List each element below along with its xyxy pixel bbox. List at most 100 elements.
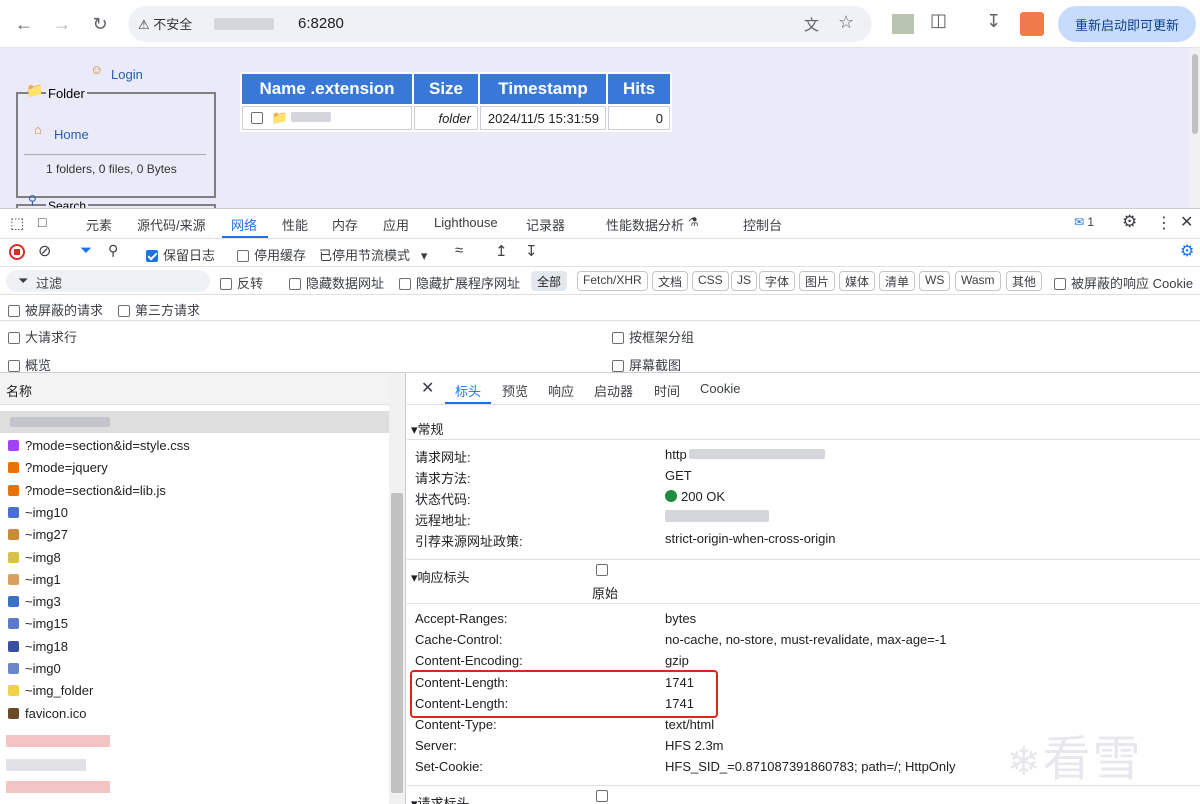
tab-cookies[interactable]: Cookie xyxy=(700,381,740,396)
extension-icon[interactable] xyxy=(892,14,914,34)
security-warning[interactable]: ⚠ 不安全 xyxy=(138,14,192,33)
tab-application[interactable]: 应用 xyxy=(383,215,409,234)
download-icon[interactable]: ↧ xyxy=(986,11,1001,32)
blocked-requests-checkbox[interactable]: 被屏蔽的请求 xyxy=(8,300,103,319)
device-toolbar-icon[interactable]: □ xyxy=(38,214,46,230)
filter-type-css[interactable]: CSS xyxy=(692,271,729,291)
close-devtools-icon[interactable]: ✕ xyxy=(1180,212,1193,232)
request-row[interactable]: favicon.ico xyxy=(0,703,388,725)
request-row[interactable]: ~img10 xyxy=(0,502,388,524)
home-link[interactable]: Home xyxy=(54,127,89,142)
filter-input[interactable]: ⏷ 过滤 xyxy=(6,270,210,292)
redacted-request[interactable] xyxy=(6,735,110,747)
response-headers-toggle[interactable]: ▾响应标头 xyxy=(411,567,470,586)
filter-type-font[interactable]: 字体 xyxy=(759,271,796,291)
request-headers-toggle[interactable]: ▾请求标头 xyxy=(411,793,470,804)
filter-type-all[interactable]: 全部 xyxy=(531,271,568,291)
redacted-folder-name[interactable] xyxy=(291,112,332,122)
reload-icon[interactable]: ↻ xyxy=(86,10,114,38)
tab-console[interactable]: 控制台 xyxy=(743,215,782,234)
selected-request-row[interactable] xyxy=(0,411,389,433)
back-arrow-icon[interactable]: ← xyxy=(10,10,38,38)
tab-lighthouse[interactable]: Lighthouse xyxy=(434,215,498,230)
col-hits[interactable]: Hits xyxy=(608,74,670,104)
extensions-puzzle-icon[interactable]: ◫ xyxy=(930,10,947,31)
tab-memory[interactable]: 内存 xyxy=(332,215,358,234)
tab-sources[interactable]: 源代码/来源 xyxy=(137,215,206,234)
col-timestamp[interactable]: Timestamp xyxy=(480,74,606,104)
tab-timing[interactable]: 时间 xyxy=(654,381,680,400)
throttle-select[interactable]: 已停用节流模式 ▾ xyxy=(319,245,427,264)
invert-checkbox[interactable]: 反转 xyxy=(220,273,263,292)
filter-type-fetch-xhr[interactable]: Fetch/XHR xyxy=(577,271,648,291)
filter-type-manifest[interactable]: 清单 xyxy=(879,271,916,291)
filter-type-ws[interactable]: WS xyxy=(919,271,951,291)
tab-elements[interactable]: 元素 xyxy=(86,215,112,234)
preserve-log-checkbox[interactable]: 保留日志 xyxy=(146,245,215,264)
col-name[interactable]: Name .extension xyxy=(242,74,412,104)
filter-type-doc[interactable]: 文档 xyxy=(652,271,689,291)
blocked-cookies-checkbox[interactable]: 被屏蔽的响应 Cookie xyxy=(1054,273,1193,292)
large-rows-checkbox[interactable]: 大请求行 xyxy=(8,327,77,346)
filter-type-js[interactable]: JS xyxy=(731,271,758,291)
tab-recorder[interactable]: 记录器 xyxy=(526,215,565,234)
close-detail-icon[interactable]: ✕ xyxy=(421,378,434,398)
col-size[interactable]: Size xyxy=(414,74,478,104)
request-row[interactable]: ?mode=section&id=style.css xyxy=(0,435,388,457)
filter-type-img[interactable]: 图片 xyxy=(799,271,836,291)
request-raw-checkbox[interactable] xyxy=(596,788,613,803)
tab-response[interactable]: 响应 xyxy=(548,381,574,400)
import-har-icon[interactable]: ↥ xyxy=(495,242,508,260)
row-checkbox[interactable] xyxy=(251,112,263,124)
record-stop-icon[interactable] xyxy=(9,244,25,260)
request-row[interactable]: ~img8 xyxy=(0,547,388,569)
network-conditions-icon[interactable]: ≈ xyxy=(455,242,463,259)
tab-performance-insights[interactable]: 性能数据分析 xyxy=(606,215,684,234)
tab-preview[interactable]: 预览 xyxy=(502,381,528,400)
issues-icon[interactable]: ✉ 1 xyxy=(1074,215,1094,229)
search-icon[interactable]: ⚲ xyxy=(108,242,118,259)
forward-arrow-icon[interactable]: → xyxy=(48,10,76,38)
request-row[interactable]: ?mode=jquery xyxy=(0,457,388,479)
raw-checkbox[interactable] xyxy=(596,562,613,577)
request-row[interactable]: ~img18 xyxy=(0,636,388,658)
inspect-element-icon[interactable]: ⬚ xyxy=(10,214,24,232)
network-settings-gear-icon[interactable]: ⚙ xyxy=(1180,241,1194,261)
general-section-toggle[interactable]: ▾常规 xyxy=(411,419,444,438)
filter-funnel-icon[interactable]: ⏷ xyxy=(80,242,92,259)
more-options-icon[interactable]: ⋮ xyxy=(1156,213,1172,233)
update-button[interactable]: 重新启动即可更新 xyxy=(1058,6,1196,42)
screenshots-checkbox[interactable]: 屏幕截图 xyxy=(612,355,681,374)
request-row[interactable]: ~img3 xyxy=(0,591,388,613)
filter-type-other[interactable]: 其他 xyxy=(1006,271,1043,291)
group-by-frame-checkbox[interactable]: 按框架分组 xyxy=(612,327,694,346)
hide-extension-urls-checkbox[interactable]: 隐藏扩展程序网址 xyxy=(399,273,520,292)
third-party-checkbox[interactable]: 第三方请求 xyxy=(118,300,200,319)
request-row[interactable]: ~img15 xyxy=(0,613,388,635)
avatar[interactable] xyxy=(1020,12,1044,36)
filter-type-media[interactable]: 媒体 xyxy=(839,271,876,291)
tab-performance[interactable]: 性能 xyxy=(282,215,308,234)
tab-network[interactable]: 网络 xyxy=(231,215,257,234)
filter-type-wasm[interactable]: Wasm xyxy=(955,271,1001,291)
request-row[interactable]: ~img1 xyxy=(0,569,388,591)
export-har-icon[interactable]: ↧ xyxy=(525,242,538,260)
request-row[interactable]: ?mode=section&id=lib.js xyxy=(0,480,388,502)
tab-headers[interactable]: 标头 xyxy=(455,381,481,400)
request-list-scrollbar[interactable] xyxy=(389,373,405,804)
bookmark-star-icon[interactable]: ☆ xyxy=(838,12,854,33)
clear-icon[interactable]: ⊘ xyxy=(38,241,51,261)
redacted-request[interactable] xyxy=(6,759,86,771)
page-scrollbar[interactable] xyxy=(1190,48,1200,208)
request-row[interactable]: ~img27 xyxy=(0,524,388,546)
name-column-header[interactable]: 名称 xyxy=(0,373,389,405)
redacted-request[interactable] xyxy=(6,781,110,793)
request-row[interactable]: ~img0 xyxy=(0,658,388,680)
translate-icon[interactable]: 文 xyxy=(804,14,819,35)
disable-cache-checkbox[interactable]: 停用缓存 xyxy=(237,245,306,264)
address-bar[interactable]: ⚠ 不安全 6:8280 文 ☆ xyxy=(128,6,872,42)
overview-checkbox[interactable]: 概览 xyxy=(8,355,51,374)
tab-initiator[interactable]: 启动器 xyxy=(594,381,633,400)
request-row[interactable]: ~img_folder xyxy=(0,680,388,702)
login-link[interactable]: Login xyxy=(111,67,143,82)
